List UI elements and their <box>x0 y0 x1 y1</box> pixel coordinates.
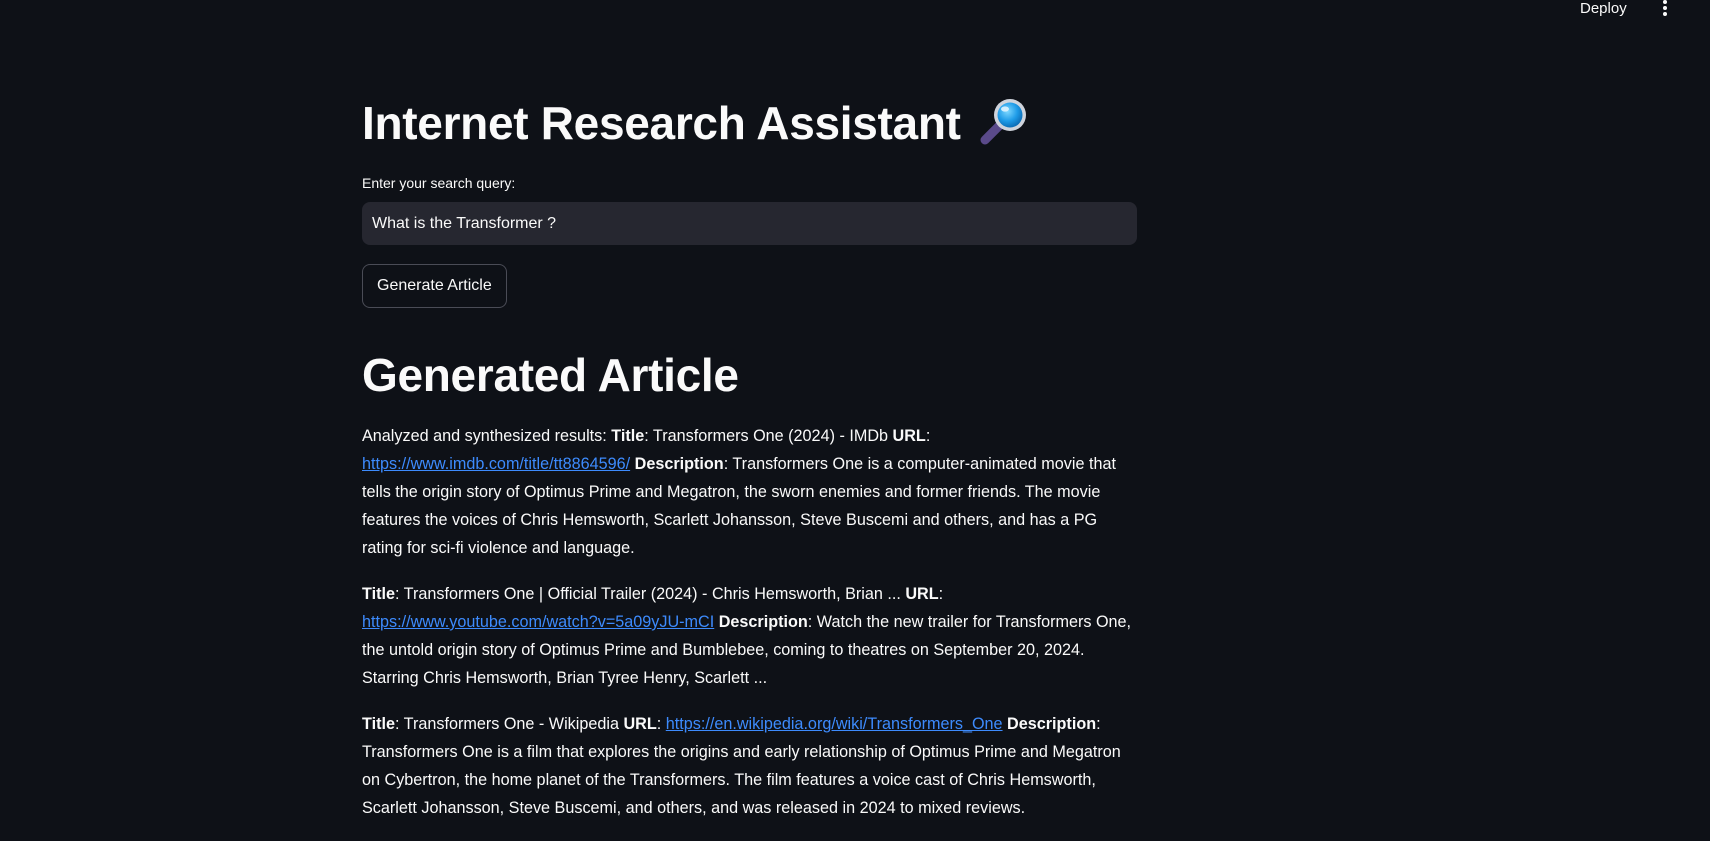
kebab-menu-icon[interactable] <box>1658 0 1672 18</box>
deploy-button[interactable]: Deploy <box>1580 0 1627 17</box>
article-heading: Generated Article <box>362 349 739 401</box>
search-label: Enter your search query: <box>362 175 516 191</box>
title-label: Title <box>362 715 395 733</box>
result-title: : Transformers One | Official Trailer (2… <box>394 585 906 603</box>
result-title: : Transformers One - Wikipedia <box>394 715 624 733</box>
result-paragraph: Analyzed and synthesized results: Title:… <box>362 427 1116 557</box>
title-label: Title <box>611 427 645 445</box>
article-intro: Analyzed and synthesized results: <box>362 427 612 445</box>
result-paragraph: Title: Transformers One | Official Trail… <box>362 585 1132 687</box>
description-label: Description <box>634 455 724 473</box>
page-title: Internet Research Assistant <box>362 96 1033 157</box>
article-body: Analyzed and synthesized results: Title:… <box>362 422 1140 840</box>
url-label: URL <box>623 715 657 733</box>
description-label: Description <box>718 613 808 631</box>
generate-article-button[interactable]: Generate Article <box>362 264 507 308</box>
result-link[interactable]: https://www.youtube.com/watch?v=5a09yJU-… <box>362 613 714 631</box>
page-title-text: Internet Research Assistant <box>362 97 961 149</box>
url-label: URL <box>905 585 939 603</box>
title-label: Title <box>362 585 395 603</box>
description-label: Description <box>1007 715 1097 733</box>
search-input[interactable] <box>362 202 1137 245</box>
result-title: : Transformers One (2024) - IMDb <box>644 427 893 445</box>
result-paragraph: Title: Transformers One - Wikipedia URL:… <box>362 715 1121 817</box>
top-toolbar: Deploy <box>0 0 1710 20</box>
result-link[interactable]: https://www.imdb.com/title/tt8864596/ <box>362 455 630 473</box>
magnifying-glass-icon <box>977 96 1033 157</box>
url-label: URL <box>892 427 926 445</box>
result-link[interactable]: https://en.wikipedia.org/wiki/Transforme… <box>666 715 1003 733</box>
